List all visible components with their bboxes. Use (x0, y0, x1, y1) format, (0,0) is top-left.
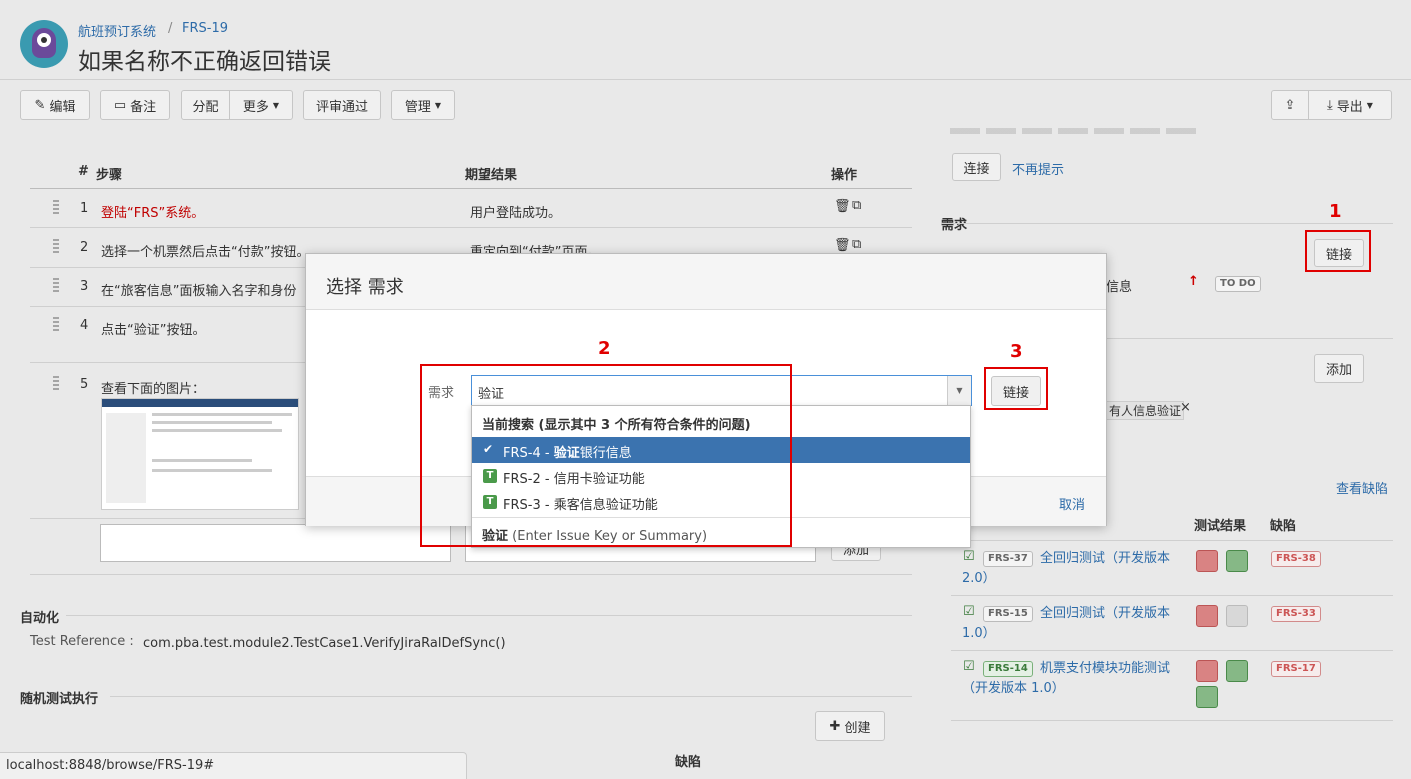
result-none (1226, 605, 1248, 627)
pencil-icon: ✎ (34, 97, 46, 113)
trash-icon[interactable]: 🗑 (834, 238, 851, 253)
test-reference-value: com.pba.test.module2.TestCase1.VerifyJir… (143, 636, 506, 651)
annotation-number-3: 3 (1010, 341, 1023, 362)
result-fail (1196, 660, 1218, 682)
adhoc-heading: 随机测试执行 (20, 692, 99, 707)
step-num: 1 (80, 201, 89, 216)
caret-down-icon: ▼ (1366, 100, 1373, 110)
project-avatar[interactable] (20, 20, 68, 68)
caret-down-icon: ▼ (434, 100, 442, 110)
execution-name[interactable]: 机票支付模块功能测试（开发版本 1.0） (962, 659, 1172, 699)
more-button[interactable]: 更多 ▼ (229, 90, 293, 120)
step-text: 查看下面的图片： (101, 382, 206, 397)
defect-key[interactable]: FRS-38 (1271, 551, 1321, 567)
drag-handle[interactable] (53, 239, 59, 253)
download-icon: ⤓ (1327, 97, 1333, 113)
execution-name[interactable]: 全回归测试（开发版本 1.0） (962, 604, 1172, 644)
breadcrumb-separator: / (168, 21, 173, 36)
col-header-actions: 操作 (831, 168, 858, 183)
caret-down-icon: ▼ (956, 386, 963, 395)
result-pass (1226, 550, 1248, 572)
annotation-box-1 (1305, 230, 1371, 272)
step-text: 登陆“FRS”系统。 (101, 206, 205, 221)
assign-button[interactable]: 分配 (181, 90, 230, 120)
requirement-item-text[interactable]: 信息 (1106, 276, 1132, 295)
col-header-step: 步骤 (96, 168, 123, 183)
exec-col-defects: 缺陷 (1270, 519, 1297, 534)
execution-name[interactable]: 全回归测试（开发版本 2.0） (962, 549, 1172, 589)
export-button[interactable]: ⤓ 导出 ▼ (1308, 90, 1392, 120)
dialog-title: 选择 需求 (326, 277, 404, 298)
result-fail (1196, 550, 1218, 572)
share-button[interactable]: ⇪ (1271, 90, 1309, 120)
drag-handle[interactable] (53, 200, 59, 214)
copy-icon[interactable]: ⧉ (852, 198, 861, 213)
status-badge: TO DO (1215, 276, 1261, 292)
copy-icon[interactable]: ⧉ (852, 237, 861, 252)
page-title: 如果名称不正确返回错误 (78, 49, 331, 75)
col-header-num: # (78, 164, 89, 179)
exec-col-result: 测试结果 (1194, 519, 1247, 534)
view-defects-link[interactable]: 查看缺陷 (1336, 478, 1388, 497)
comment-icon: ▭ (113, 97, 127, 113)
comment-button[interactable]: ▭ 备注 (100, 90, 170, 120)
annotation-number-2: 2 (598, 338, 611, 359)
dialog-header: 选择 需求 (306, 254, 1106, 310)
result-fail (1196, 605, 1218, 627)
hint-link-button[interactable]: 连接 (952, 153, 1001, 181)
create-button[interactable]: ✚ 创建 (815, 711, 885, 741)
drag-handle[interactable] (53, 376, 59, 390)
dropdown-toggle[interactable]: ▼ (947, 376, 971, 405)
step-num: 4 (80, 318, 89, 333)
review-button[interactable]: 评审通过 (303, 90, 381, 120)
defect-key[interactable]: FRS-33 (1271, 606, 1321, 622)
tag-label: 有人信息验证 (1106, 401, 1185, 420)
step-text: 选择一个机票然后点击“付款”按钮。 (101, 245, 310, 260)
share-icon: ⇪ (1284, 97, 1296, 113)
step-num: 5 (80, 377, 89, 392)
manage-button[interactable]: 管理 ▼ (391, 90, 455, 120)
page-header: 航班预订系统 / FRS-19 如果名称不正确返回错误 (0, 0, 1411, 80)
breadcrumb-project[interactable]: 航班预订系统 (78, 21, 156, 40)
adhoc-defects-col: 缺陷 (675, 755, 702, 770)
trash-icon[interactable]: 🗑 (834, 199, 851, 214)
tag-remove-icon[interactable]: × (1180, 400, 1191, 415)
status-url: localhost:8848/browse/FRS-19# (6, 758, 215, 773)
step-screenshot-thumbnail[interactable] (101, 398, 299, 510)
plus-icon: ✚ (829, 718, 841, 734)
drag-handle[interactable] (53, 317, 59, 331)
result-pass (1226, 660, 1248, 682)
breadcrumb-issue-key[interactable]: FRS-19 (182, 21, 228, 36)
caret-down-icon: ▼ (272, 100, 280, 110)
new-step-textarea[interactable] (100, 524, 451, 562)
annotation-box-2 (420, 364, 792, 547)
step-num: 2 (80, 240, 89, 255)
test-reference-label: Test Reference : (30, 634, 134, 649)
hint-dismiss-link[interactable]: 不再提示 (1012, 159, 1064, 178)
defect-key[interactable]: FRS-17 (1271, 661, 1321, 677)
automation-heading: 自动化 (20, 611, 60, 626)
status-bar: localhost:8848/browse/FRS-19# (0, 752, 467, 779)
add-button[interactable]: 添加 (1314, 354, 1364, 383)
drag-handle[interactable] (53, 278, 59, 292)
annotation-number-1: 1 (1329, 201, 1342, 222)
col-header-expected: 期望结果 (465, 168, 518, 183)
edit-button[interactable]: ✎ 编辑 (20, 90, 90, 120)
priority-high-icon: ↑ (1188, 274, 1199, 289)
result-pass (1196, 686, 1218, 708)
step-text: 在“旅客信息”面板输入名字和身份 (101, 284, 297, 299)
expected-text: 用户登陆成功。 (470, 206, 562, 221)
step-text: 点击“验证”按钮。 (101, 323, 206, 338)
step-num: 3 (80, 279, 89, 294)
annotation-box-3 (984, 367, 1048, 410)
dialog-cancel-link[interactable]: 取消 (1059, 494, 1085, 513)
